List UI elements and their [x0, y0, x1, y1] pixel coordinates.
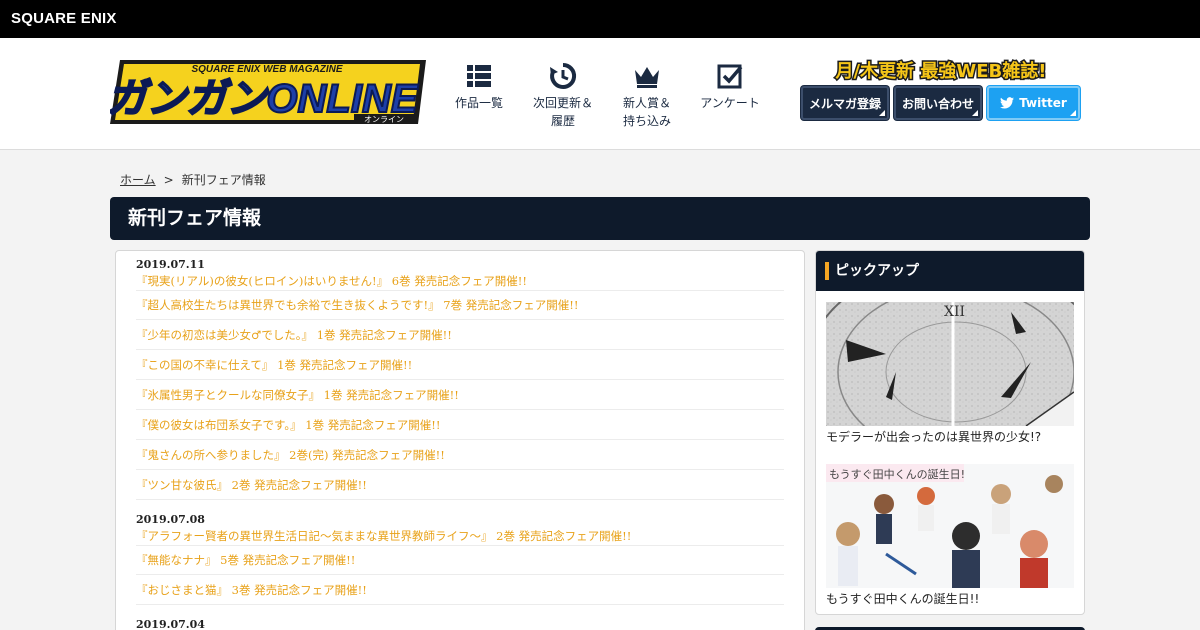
refresh-clock-icon — [550, 62, 577, 89]
date-heading: 2019.07.08 — [136, 513, 205, 526]
logo-subtitle: SQUARE ENIX WEB MAGAZINE — [191, 64, 342, 75]
divider — [136, 409, 784, 410]
divider — [136, 574, 784, 575]
heading-accent-bar — [825, 262, 829, 280]
fair-link[interactable]: 『現実(リアル)の彼女(ヒロイン)はいりません!』 6巻 発売記念フェア開催!! — [136, 273, 784, 289]
nav-survey[interactable]: アンケート — [690, 62, 770, 112]
breadcrumb-current: 新刊フェア情報 — [181, 173, 266, 187]
nav-label-2: 持ち込み — [622, 114, 671, 128]
fair-link[interactable]: 『アラフォー賢者の異世界生活日記～気ままな異世界教師ライフ～』 2巻 発売記念フ… — [136, 528, 784, 544]
fair-link[interactable]: 『氷属性男子とクールな同僚女子』 1巻 発売記念フェア開催!! — [136, 387, 784, 403]
checkbox-icon — [717, 64, 743, 89]
mailmag-button[interactable]: メルマガ登録 — [801, 86, 889, 120]
svg-text:XII: XII — [944, 304, 965, 320]
nav-label: 次回更新＆ — [532, 96, 593, 110]
site-header: SQUARE ENIX WEB MAGAZINE ガンガンONLINE オンライ… — [0, 38, 1200, 150]
pickup-caption[interactable]: モデラーが出会ったのは異世界の少女!? — [826, 428, 1041, 445]
tagline-text: 月/木更新 最強WEB雑誌! — [835, 60, 1047, 82]
corner-arrow-icon — [879, 110, 885, 116]
divider — [136, 439, 784, 440]
fair-link[interactable]: 『鬼さんの所へ参りました』 2巻(完) 発売記念フェア開催!! — [136, 447, 784, 463]
fair-link[interactable]: 『僕の彼女は布団系女子です。』 1巻 発売記念フェア開催!! — [136, 417, 784, 433]
twitter-label: Twitter — [1019, 96, 1067, 110]
breadcrumb-home-link[interactable]: ホーム — [120, 173, 156, 187]
fair-link[interactable]: 『超人高校生たちは異世界でも余裕で生き抜くようです!』 7巻 発売記念フェア開催… — [136, 297, 784, 313]
divider — [136, 319, 784, 320]
divider — [136, 349, 784, 350]
pickup-image-clock[interactable]: XII — [826, 302, 1074, 426]
nav-new-talent[interactable]: 新人賞＆ 持ち込み — [607, 62, 687, 130]
divider — [136, 545, 784, 546]
breadcrumb-separator: > — [163, 173, 174, 187]
pickup-heading: ピックアップ — [816, 251, 1084, 291]
nav-label: 作品一覧 — [454, 96, 503, 110]
pickup-caption[interactable]: もうすぐ田中くんの誕生日!! — [826, 590, 979, 607]
twitter-bird-icon — [1000, 97, 1015, 109]
divider — [136, 379, 784, 380]
fair-link[interactable]: 『この国の不幸に仕えて』 1巻 発売記念フェア開催!! — [136, 357, 784, 373]
pickup-image-characters[interactable]: もうすぐ田中くんの誕生日! — [826, 464, 1074, 588]
tagline: 月/木更新 最強WEB雑誌! — [833, 59, 1048, 84]
nav-next-update[interactable]: 次回更新＆ 履歴 — [523, 62, 603, 130]
page-title: 新刊フェア情報 — [110, 197, 1090, 240]
divider — [136, 469, 784, 470]
mailmag-label: メルマガ登録 — [808, 96, 881, 111]
grid-icon — [467, 65, 491, 87]
nav-label: 新人賞＆ — [622, 96, 671, 110]
fair-link[interactable]: 『ツン甘な彼氏』 2巻 発売記念フェア開催!! — [136, 477, 784, 493]
date-heading: 2019.07.04 — [136, 618, 205, 630]
divider — [136, 499, 784, 500]
logo-kana: オンライン — [364, 115, 404, 124]
twitter-button[interactable]: Twitter — [987, 86, 1080, 120]
square-enix-logo[interactable]: SQUARE ENIX — [11, 10, 117, 27]
pickup-heading-text: ピックアップ — [835, 263, 919, 279]
contact-label: お問い合わせ — [901, 96, 974, 111]
image-label: もうすぐ田中くんの誕生日! — [829, 467, 965, 481]
fair-link[interactable]: 『無能なナナ』 5巻 発売記念フェア開催!! — [136, 552, 784, 568]
nav-label: アンケート — [700, 96, 760, 110]
divider — [136, 604, 784, 605]
corner-arrow-icon — [1070, 110, 1076, 116]
crown-icon — [635, 67, 659, 88]
pickup-sidebar: ピックアップ XII モデラーが出会ったのは異世界の少女!? もうすぐ田中くんの… — [815, 250, 1085, 615]
breadcrumb: ホーム > 新刊フェア情報 — [120, 171, 266, 188]
date-heading: 2019.07.11 — [136, 258, 205, 271]
contact-button[interactable]: お問い合わせ — [894, 86, 982, 120]
nav-label-2: 履歴 — [550, 114, 575, 128]
fair-link[interactable]: 『おじさまと猫』 3巻 発売記念フェア開催!! — [136, 582, 784, 598]
corner-arrow-icon — [972, 110, 978, 116]
fair-list-panel: 2019.07.11 『現実(リアル)の彼女(ヒロイン)はいりません!』 6巻 … — [115, 250, 805, 630]
gangan-online-logo[interactable]: SQUARE ENIX WEB MAGAZINE ガンガンONLINE オンライ… — [110, 58, 426, 126]
fair-link[interactable]: 『少年の初恋は美少女♂でした。』 1巻 発売記念フェア開催!! — [136, 327, 784, 343]
top-bar: SQUARE ENIX — [0, 0, 1200, 38]
divider — [136, 290, 784, 291]
nav-works-list[interactable]: 作品一覧 — [439, 62, 519, 112]
